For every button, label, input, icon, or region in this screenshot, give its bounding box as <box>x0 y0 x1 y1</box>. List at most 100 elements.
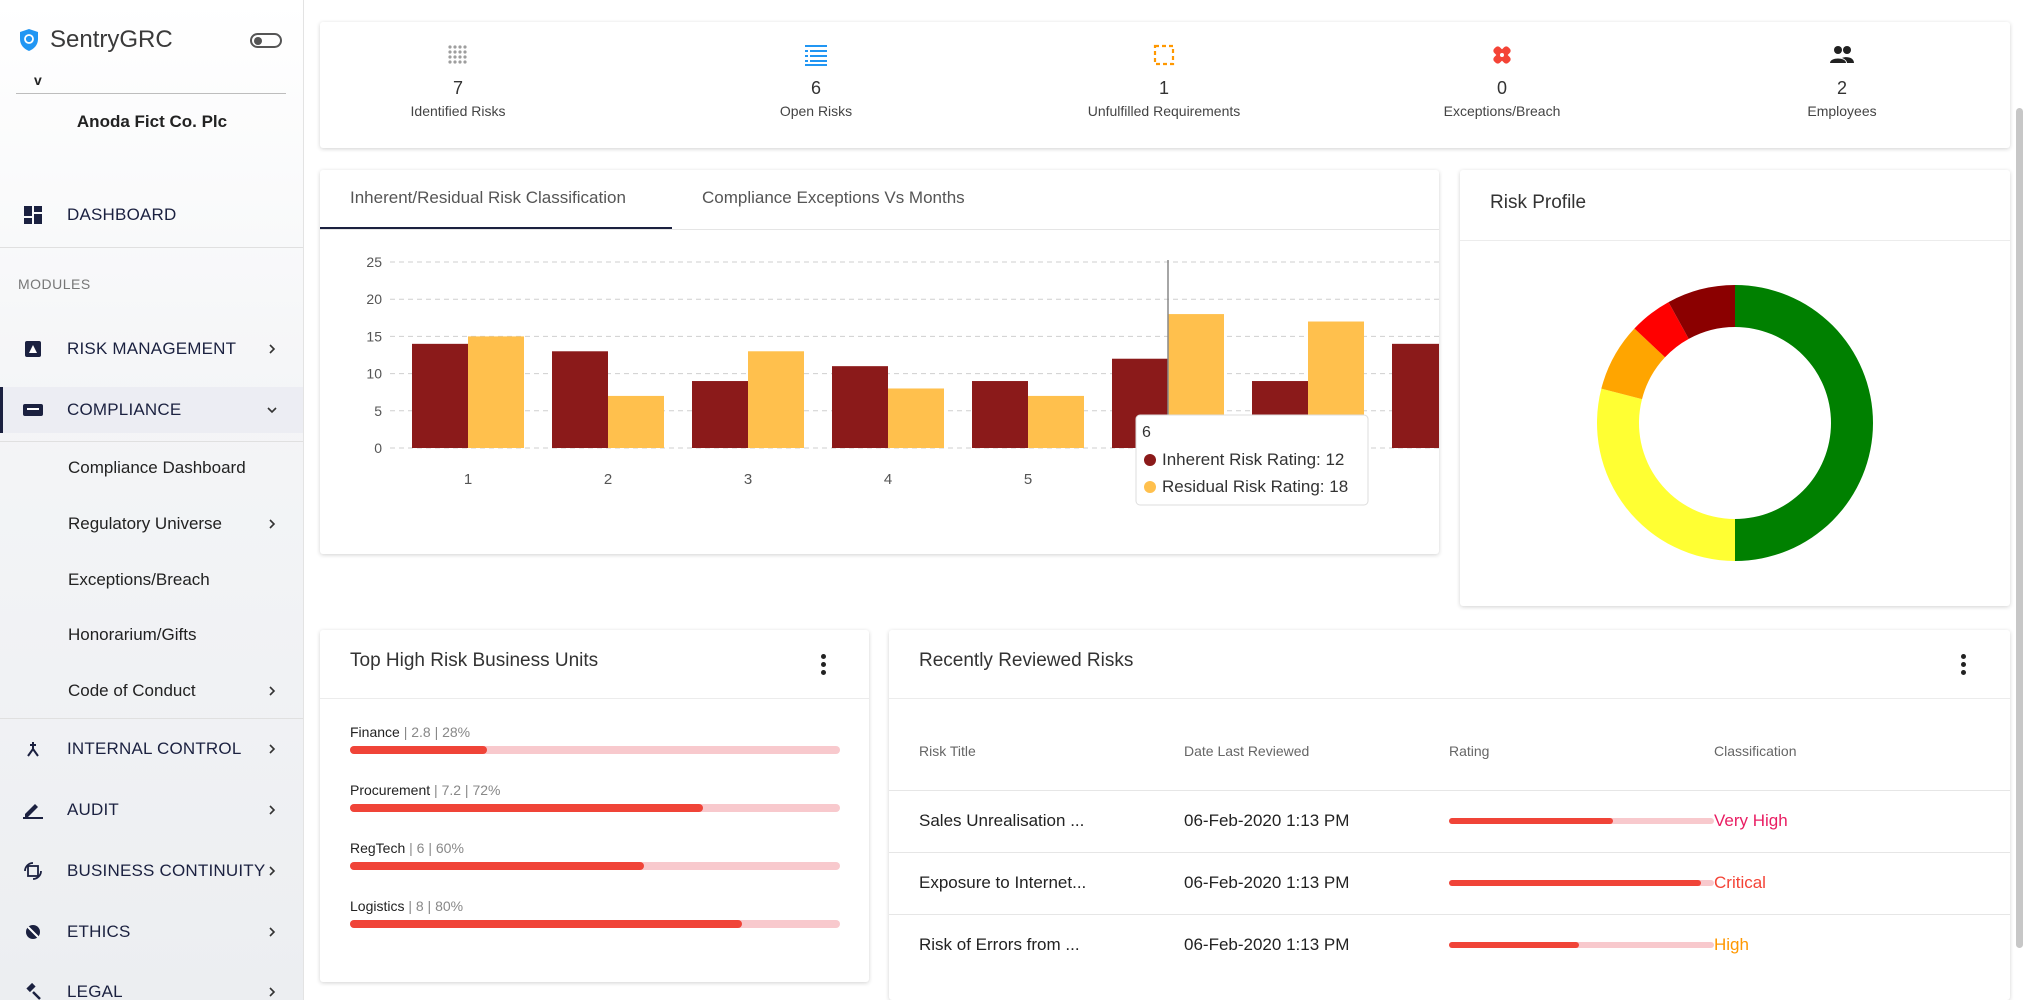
sub-honorarium-gifts[interactable]: Honorarium/Gifts <box>68 615 298 655</box>
stat-employees[interactable]: 2 Employees <box>1732 42 1952 119</box>
date-cell: 06-Feb-2020 1:13 PM <box>1184 935 1350 954</box>
business-unit-item[interactable]: Logistics | 8 | 80% <box>350 898 840 928</box>
bandage-icon <box>1493 46 1511 64</box>
column-header-classification[interactable]: Classification <box>1714 743 1796 759</box>
modules-label: MODULES <box>18 276 91 292</box>
business-unit-item[interactable]: Procurement | 7.2 | 72% <box>350 782 840 812</box>
tooltip-swatch <box>1144 481 1156 493</box>
page-scrollbar[interactable] <box>2016 108 2023 948</box>
nav-business-continuity[interactable]: BUSINESS CONTINUITY <box>0 848 303 894</box>
nav-compliance[interactable]: COMPLIANCE <box>0 387 303 433</box>
column-header-date[interactable]: Date Last Reviewed <box>1184 743 1309 759</box>
stat-label: Identified Risks <box>410 103 506 119</box>
risk-profile-donut[interactable] <box>1460 240 2010 606</box>
nav-business-continuity-label: BUSINESS CONTINUITY <box>67 861 266 880</box>
bar-inherent[interactable] <box>552 351 608 448</box>
stat-identified-risks[interactable]: 7 Identified Risks <box>348 42 568 119</box>
brand[interactable]: SentryGRC <box>18 26 173 54</box>
divider <box>0 247 303 248</box>
bar-inherent[interactable] <box>832 366 888 448</box>
nav-ethics[interactable]: ETHICS <box>0 909 303 955</box>
divider <box>0 441 303 442</box>
x-tick-label: 1 <box>464 471 472 488</box>
table-row[interactable]: Sales Unrealisation ... 06-Feb-2020 1:13 … <box>889 790 2010 852</box>
classification-cell: Critical <box>1714 873 1766 892</box>
stat-exceptions-breach[interactable]: 0 Exceptions/Breach <box>1392 42 1612 119</box>
nav-dashboard[interactable]: DASHBOARD <box>0 192 303 238</box>
bar-inherent[interactable] <box>972 381 1028 448</box>
business-unit-label: RegTech | 6 | 60% <box>350 840 840 856</box>
chevron-right-icon <box>269 927 276 937</box>
column-header-title[interactable]: Risk Title <box>919 743 976 759</box>
app-name: SentryGRC <box>50 26 173 53</box>
nav-audit[interactable]: AUDIT <box>0 787 303 833</box>
tooltip-line: Residual Risk Rating: 18 <box>1162 477 1348 496</box>
top-risk-units-card: Top High Risk Business Units Finance | 2… <box>320 630 869 982</box>
risks-title: Recently Reviewed Risks <box>919 650 1134 671</box>
tooltip-swatch <box>1144 454 1156 466</box>
more-vert-icon[interactable] <box>821 654 827 676</box>
bar-inherent[interactable] <box>1392 343 1439 448</box>
tooltip-title: 6 <box>1142 424 1151 441</box>
business-unit-detail: | 2.8 | 28% <box>399 724 471 740</box>
sub-code-of-conduct[interactable]: Code of Conduct <box>68 671 298 711</box>
bar-residual[interactable] <box>608 395 664 448</box>
column-header-rating[interactable]: Rating <box>1449 743 1489 759</box>
bar-residual[interactable] <box>888 388 944 448</box>
bar-inherent[interactable] <box>412 343 468 448</box>
nav-risk-management[interactable]: RISK MANAGEMENT <box>0 326 303 372</box>
progress-track <box>350 862 840 870</box>
nav-internal-control[interactable]: INTERNAL CONTROL <box>0 726 303 772</box>
y-tick-label: 15 <box>366 328 382 344</box>
stat-value: 2 <box>1836 78 1847 98</box>
tab-inherent-residual[interactable]: Inherent/Residual Risk Classification <box>350 188 626 208</box>
bar-residual[interactable] <box>1028 395 1084 448</box>
classification-cell: High <box>1714 935 1749 954</box>
sub-regulatory-universe[interactable]: Regulatory Universe <box>68 504 298 544</box>
sub-compliance-dashboard[interactable]: Compliance Dashboard <box>68 448 298 488</box>
more-vert-icon[interactable] <box>1961 654 1967 676</box>
card-header-line <box>889 698 2010 699</box>
progress-fill <box>350 746 488 754</box>
donut-slice[interactable] <box>1597 388 1735 561</box>
chevron-right-icon <box>269 866 276 876</box>
dashed-square-icon <box>1153 44 1175 66</box>
table-row[interactable]: Exposure to Internet... 06-Feb-2020 1:13 … <box>889 852 2010 914</box>
donut-slice[interactable] <box>1735 285 1873 561</box>
bar-residual[interactable] <box>468 336 524 448</box>
sub-code-of-conduct-label: Code of Conduct <box>68 681 196 700</box>
divider <box>0 718 303 719</box>
business-unit-item[interactable]: Finance | 2.8 | 28% <box>350 724 840 754</box>
risk-title-cell: Exposure to Internet... <box>919 873 1087 892</box>
x-tick-label: 2 <box>604 471 612 488</box>
sub-regulatory-universe-label: Regulatory Universe <box>68 514 223 533</box>
sub-exceptions-breach[interactable]: Exceptions/Breach <box>68 560 298 600</box>
bar-inherent[interactable] <box>692 381 748 448</box>
table-row[interactable]: Risk of Errors from ... 06-Feb-2020 1:13 … <box>889 914 2010 976</box>
chart-tooltip: 6 Inherent Risk Rating: 12 Residual Risk R… <box>1135 414 1369 506</box>
x-tick-label: 3 <box>744 471 752 488</box>
business-unit-name: Logistics <box>350 898 405 914</box>
stat-open-risks[interactable]: 6 Open Risks <box>706 42 926 119</box>
progress-track <box>350 746 840 754</box>
stat-label: Exceptions/Breach <box>1443 103 1561 119</box>
y-tick-label: 5 <box>374 403 382 419</box>
nav-legal[interactable]: LEGAL <box>0 969 303 1000</box>
tab-compliance-exceptions[interactable]: Compliance Exceptions Vs Months <box>702 188 965 208</box>
sidebar-toggle[interactable] <box>250 33 282 48</box>
pen-icon <box>22 799 44 821</box>
shield-logo-icon <box>20 29 38 51</box>
date-cell: 06-Feb-2020 1:13 PM <box>1184 873 1350 892</box>
nav-internal-control-label: INTERNAL CONTROL <box>67 739 242 758</box>
nav-dashboard-label: DASHBOARD <box>67 205 177 224</box>
ethics-icon <box>22 921 44 943</box>
org-select[interactable]: v <box>16 72 286 94</box>
people-icon <box>1830 46 1854 63</box>
business-unit-item[interactable]: RegTech | 6 | 60% <box>350 840 840 870</box>
control-icon <box>22 738 44 760</box>
units-title: Top High Risk Business Units <box>350 650 599 671</box>
stat-unfulfilled-requirements[interactable]: 1 Unfulfilled Requirements <box>1054 42 1274 119</box>
risk-profile-title: Risk Profile <box>1490 192 1587 213</box>
bar-residual[interactable] <box>748 351 804 448</box>
bar-chart[interactable]: 0510152025123456786Inherent Risk Rating:… <box>320 230 1439 550</box>
